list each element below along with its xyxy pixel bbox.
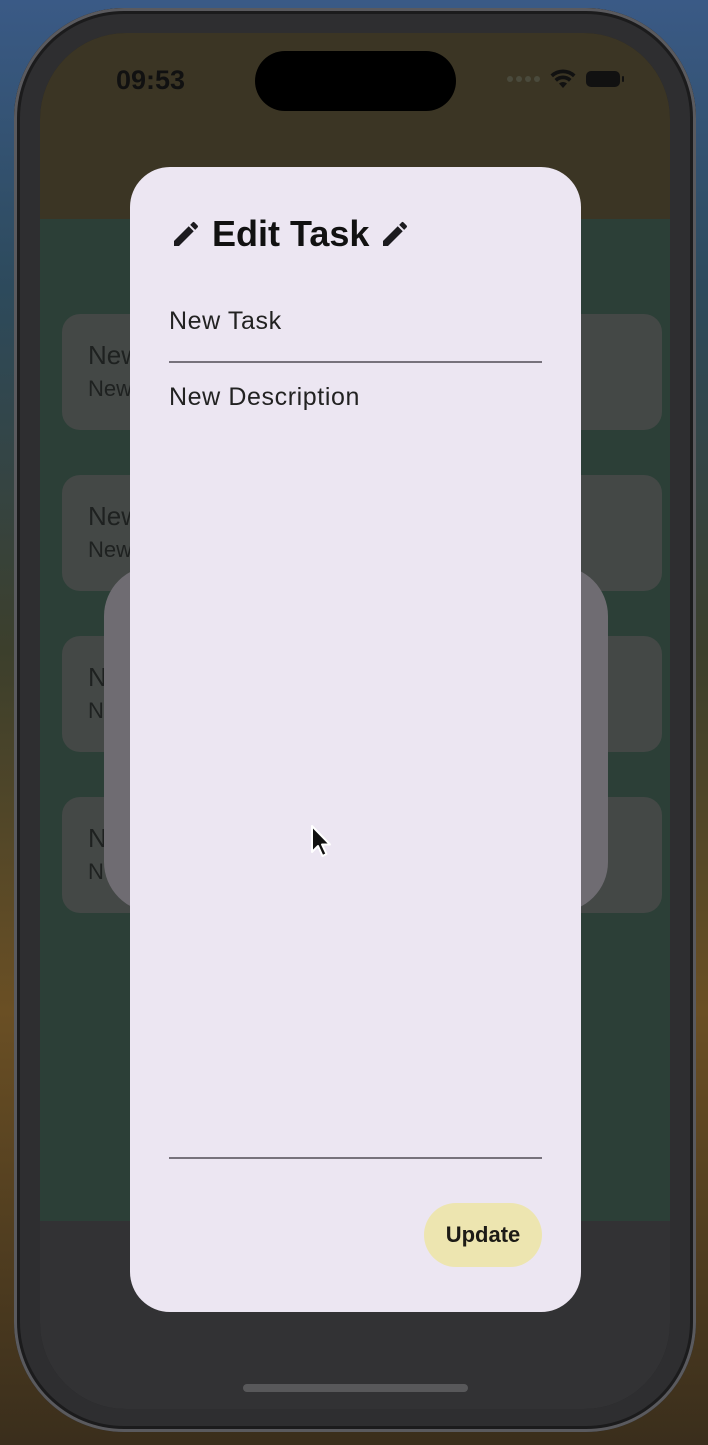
dynamic-island [255, 51, 456, 111]
cellular-signal-icon [507, 76, 540, 82]
home-indicator[interactable] [243, 1384, 468, 1392]
dialog-header: Edit Task [170, 213, 411, 255]
mouse-cursor-icon [311, 825, 331, 857]
task-description-value: New Description [169, 383, 361, 411]
pencil-icon [174, 221, 199, 246]
task-description: New [88, 537, 133, 562]
status-icons [507, 69, 624, 89]
update-button[interactable]: Update [424, 1203, 542, 1267]
edit-task-dialog: Edit Task New Task New Description Updat… [130, 167, 581, 1312]
pencil-icon [383, 221, 408, 246]
task-description: N [88, 698, 104, 723]
dialog-title: Edit Task [212, 213, 370, 254]
task-description: N [88, 859, 104, 884]
wifi-icon [550, 69, 576, 88]
status-time: 09:53 [116, 65, 186, 95]
task-title-value: New Task [169, 307, 282, 335]
task-title-field[interactable]: New Task [169, 297, 542, 363]
task-description-field[interactable]: New Description [169, 373, 542, 1159]
task-description: New [88, 376, 133, 401]
battery-icon [586, 71, 624, 87]
